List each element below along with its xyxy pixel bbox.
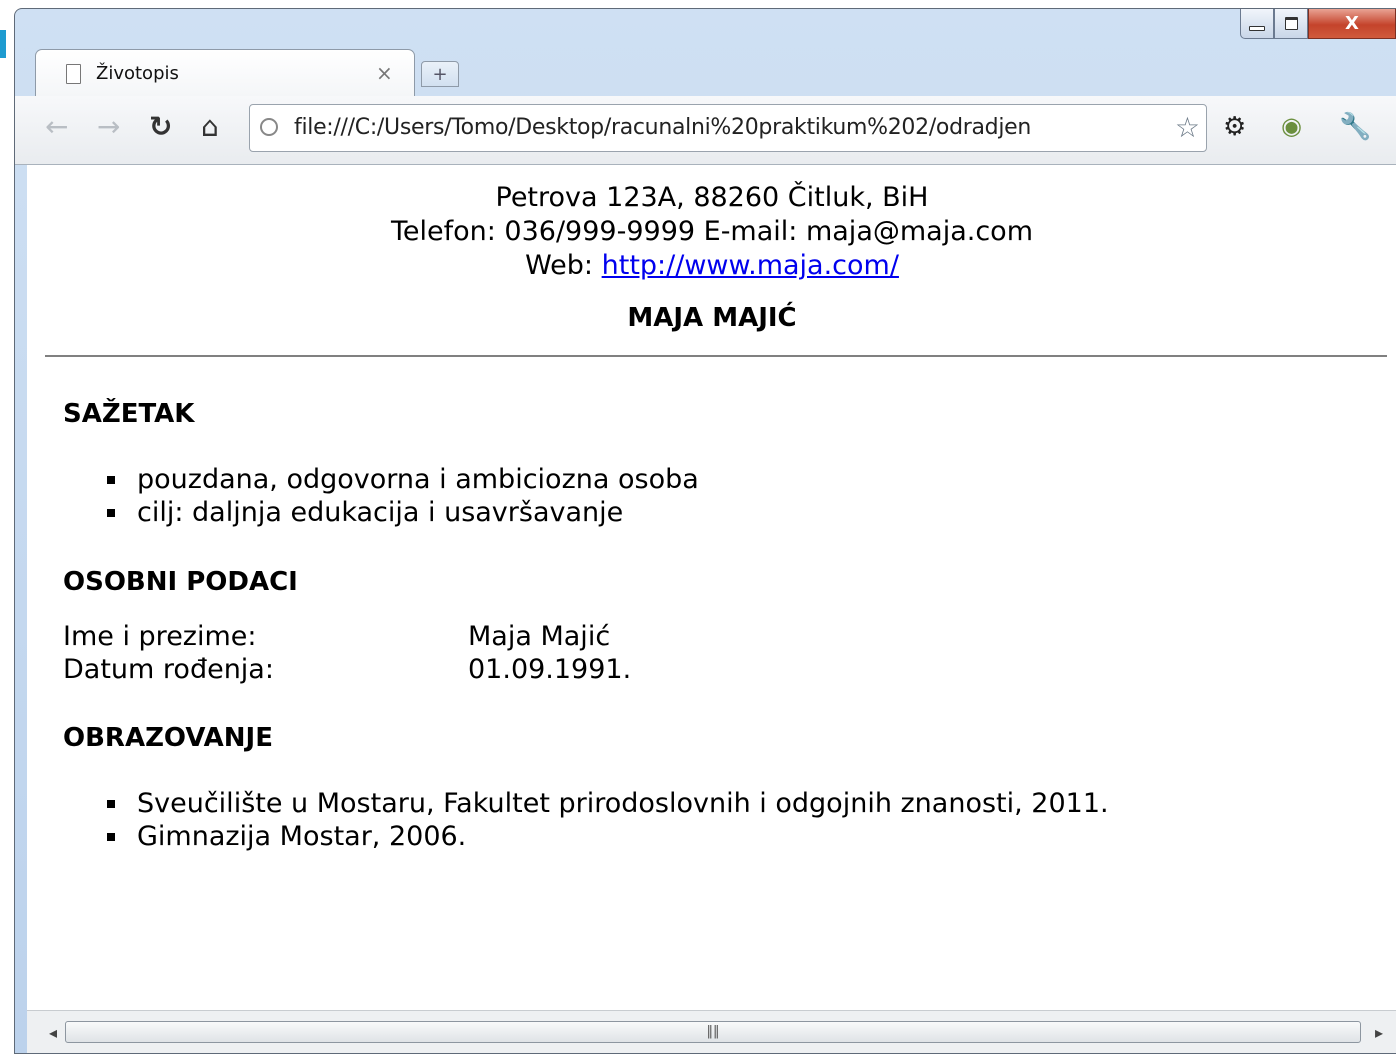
- back-icon[interactable]: ←: [45, 110, 68, 143]
- education-list: Sveučilište u Mostaru, Fakultet prirodos…: [107, 787, 1109, 853]
- maximize-icon: [1284, 17, 1298, 30]
- maximize-button[interactable]: [1274, 9, 1308, 39]
- close-icon: X: [1345, 13, 1359, 34]
- page-content: Petrova 123A, 88260 Čitluk, BiH Telefon:…: [27, 165, 1396, 1010]
- tab-title: Životopis: [96, 63, 179, 84]
- web-label: Web:: [525, 250, 594, 281]
- url-text[interactable]: file:///C:/Users/Tomo/Desktop/racunalni%…: [294, 115, 1031, 140]
- data-row: Datum rođenja: 01.09.1991.: [63, 653, 631, 686]
- minimize-icon: [1249, 26, 1265, 31]
- close-window-button[interactable]: X: [1308, 9, 1396, 39]
- website-link[interactable]: http://www.maja.com/: [602, 250, 899, 281]
- contact-line: Telefon: 036/999-9999 E-mail: maja@maja.…: [390, 216, 1033, 247]
- star-icon[interactable]: ☆: [1170, 111, 1200, 144]
- new-tab-button[interactable]: +: [421, 61, 459, 87]
- tab-close-icon[interactable]: ×: [376, 61, 393, 85]
- tab-zivotopis[interactable]: Životopis ×: [35, 49, 415, 97]
- scroll-right-icon[interactable]: ▸: [1375, 1023, 1383, 1042]
- field-value: Maja Majić: [468, 621, 611, 652]
- education-heading: OBRAZOVANJE: [63, 723, 273, 753]
- plus-icon: +: [432, 63, 448, 85]
- field-value: 01.09.1991.: [468, 654, 632, 685]
- personal-data: Ime i prezime: Maja Majić Datum rođenja: 0…: [63, 620, 631, 686]
- gear-icon[interactable]: ⚙: [1223, 112, 1246, 142]
- address-bar[interactable]: file:///C:/Users/Tomo/Desktop/racunalni%…: [249, 104, 1207, 152]
- globe-icon: [260, 118, 278, 136]
- address-line: Petrova 123A, 88260 Čitluk, BiH: [495, 182, 929, 213]
- summary-heading: SAŽETAK: [63, 399, 195, 429]
- list-item: Sveučilište u Mostaru, Fakultet prirodos…: [107, 787, 1109, 820]
- toolbar: ← → ↻ ⌂ file:///C:/Users/Tomo/Desktop/ra…: [15, 96, 1396, 165]
- divider: [45, 355, 1387, 357]
- horizontal-scrollbar[interactable]: ◂ ‖‖ ▸: [27, 1010, 1396, 1053]
- list-item: Gimnazija Mostar, 2006.: [107, 820, 1109, 853]
- minimize-button[interactable]: [1240, 9, 1274, 39]
- forward-icon[interactable]: →: [97, 110, 120, 143]
- field-label: Datum rođenja:: [63, 654, 274, 685]
- personal-heading: OSOBNI PODACI: [63, 567, 298, 597]
- window-controls: X: [1240, 9, 1396, 39]
- scroll-left-icon[interactable]: ◂: [49, 1023, 57, 1042]
- desktop-accent: [0, 30, 6, 58]
- list-item: pouzdana, odgovorna i ambiciozna osoba: [107, 463, 699, 496]
- extension-icon[interactable]: ◉: [1281, 112, 1302, 140]
- scrollbar-thumb[interactable]: ‖‖: [65, 1021, 1361, 1043]
- list-item: cilj: daljnja edukacija i usavršavanje: [107, 496, 699, 529]
- page-icon: [66, 64, 81, 84]
- web-line: Web: http://www.maja.com/: [27, 249, 1396, 283]
- home-icon[interactable]: ⌂: [201, 110, 219, 143]
- reload-icon[interactable]: ↻: [149, 110, 172, 143]
- person-name: MAJA MAJIĆ: [627, 303, 797, 333]
- data-row: Ime i prezime: Maja Majić: [63, 620, 631, 653]
- field-label: Ime i prezime:: [63, 621, 257, 652]
- summary-list: pouzdana, odgovorna i ambiciozna osoba c…: [107, 463, 699, 529]
- wrench-icon[interactable]: 🔧: [1339, 112, 1371, 142]
- contact-header: Petrova 123A, 88260 Čitluk, BiH Telefon:…: [27, 165, 1396, 283]
- browser-window: X Životopis × + ← → ↻ ⌂ file:///C:/Users…: [14, 8, 1396, 1054]
